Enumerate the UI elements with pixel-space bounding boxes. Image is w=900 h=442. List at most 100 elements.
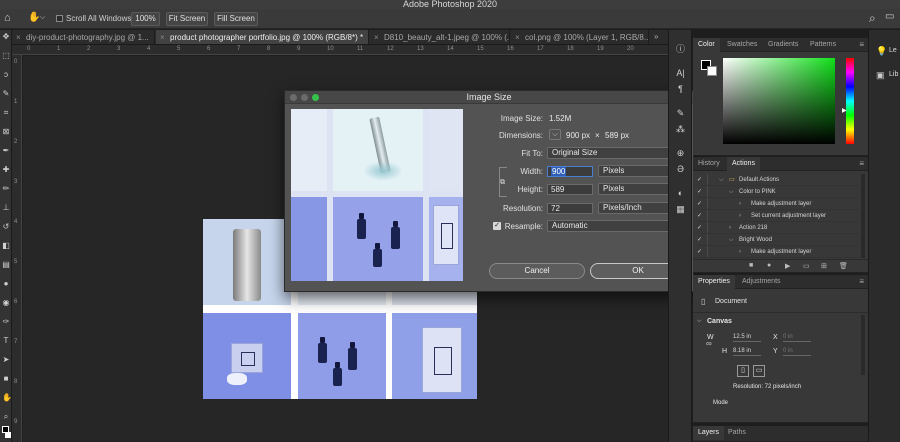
- trash-icon[interactable]: 🗑: [839, 262, 848, 270]
- chevron-right-icon[interactable]: ›: [739, 210, 741, 222]
- type-tool-icon[interactable]: T: [2, 337, 10, 345]
- chevron-down-icon[interactable]: ⌵: [719, 174, 724, 186]
- eyedropper-tool-icon[interactable]: ✒: [2, 147, 10, 155]
- properties-scrollbar[interactable]: [861, 315, 865, 375]
- portrait-orientation-icon[interactable]: ▯: [737, 365, 749, 377]
- styles-icon[interactable]: ▦: [675, 204, 686, 215]
- action-row[interactable]: ✓ › Action 218: [693, 222, 859, 234]
- blur-tool-icon[interactable]: ●: [2, 280, 10, 288]
- check-icon[interactable]: ✓: [697, 198, 702, 210]
- dialog-toggle[interactable]: [707, 210, 713, 221]
- tab-patterns[interactable]: Patterns: [805, 38, 841, 52]
- height-input[interactable]: 589: [547, 184, 593, 195]
- tab-history[interactable]: History: [693, 157, 725, 171]
- tab-properties[interactable]: Properties: [693, 275, 735, 289]
- background-color-swatch[interactable]: [5, 432, 11, 438]
- panel-menu-icon[interactable]: ≡: [859, 40, 864, 49]
- dialog-toggle[interactable]: [707, 186, 713, 197]
- tab-paths[interactable]: Paths: [723, 426, 751, 440]
- tab-layers[interactable]: Layers: [693, 426, 725, 440]
- frame-tool-icon[interactable]: ⊠: [2, 128, 10, 136]
- minimize-window-button[interactable]: [301, 94, 308, 101]
- dialog-toggle[interactable]: [707, 222, 713, 233]
- action-row[interactable]: ✓ ⌵ ▭ Default Actions: [693, 174, 859, 186]
- scroll-all-windows-checkbox[interactable]: [56, 15, 63, 22]
- chevron-down-icon[interactable]: ⌵: [697, 318, 702, 325]
- dialog-toggle[interactable]: [707, 234, 713, 245]
- clone-source-icon[interactable]: ⊕: [675, 148, 686, 159]
- cancel-button[interactable]: Cancel: [489, 263, 585, 279]
- brush-tool-icon[interactable]: ✏: [2, 185, 10, 193]
- history-brush-tool-icon[interactable]: ↺: [2, 223, 10, 231]
- workspace-icon[interactable]: ▭: [885, 11, 894, 22]
- canvas-x-value[interactable]: 0 in: [783, 333, 811, 342]
- move-tool-icon[interactable]: ✥: [2, 33, 10, 41]
- zoom-tool-icon[interactable]: ⌕: [2, 413, 10, 421]
- brushes-icon[interactable]: ⁂: [675, 124, 686, 135]
- healing-brush-tool-icon[interactable]: ✚: [2, 166, 10, 174]
- quick-select-tool-icon[interactable]: ✎: [2, 90, 10, 98]
- fit-screen-button[interactable]: Fit Screen: [166, 12, 208, 26]
- canvas-width-value[interactable]: 12.5 in: [733, 333, 761, 342]
- hue-slider[interactable]: [846, 58, 854, 144]
- check-icon[interactable]: ✓: [697, 222, 702, 234]
- lasso-tool-icon[interactable]: ↄ: [2, 71, 10, 79]
- paragraph-icon[interactable]: ¶: [675, 84, 686, 95]
- pen-tool-icon[interactable]: ✑: [2, 318, 10, 326]
- chevron-right-icon[interactable]: ›: [729, 222, 731, 234]
- document-tab[interactable]: × diy-product-photography.jpg @ 1...: [12, 30, 155, 44]
- play-icon[interactable]: ▶: [785, 262, 790, 270]
- canvas-y-value[interactable]: 0 in: [783, 347, 811, 356]
- check-icon[interactable]: ✓: [697, 174, 702, 186]
- crop-tool-icon[interactable]: ⌗: [2, 109, 10, 117]
- actions-scrollbar[interactable]: [861, 174, 865, 258]
- tab-swatches[interactable]: Swatches: [722, 38, 762, 52]
- stop-icon[interactable]: ■: [749, 262, 753, 269]
- canvas-height-value[interactable]: 8.18 in: [733, 347, 761, 356]
- record-icon[interactable]: ●: [767, 262, 771, 269]
- tab-actions[interactable]: Actions: [727, 157, 760, 171]
- character-icon[interactable]: A|: [675, 68, 686, 79]
- zoom-window-button[interactable]: [312, 94, 319, 101]
- image-preview[interactable]: [291, 109, 463, 281]
- resample-select[interactable]: Automatic: [547, 220, 685, 232]
- action-row[interactable]: ✓ › Make adjustment layer: [693, 198, 859, 210]
- close-window-button[interactable]: [290, 94, 297, 101]
- close-icon[interactable]: ×: [374, 30, 379, 44]
- path-selection-tool-icon[interactable]: ➤: [2, 356, 10, 364]
- check-icon[interactable]: ✓: [697, 246, 702, 258]
- info-icon[interactable]: ⓘ: [675, 44, 686, 55]
- dodge-tool-icon[interactable]: ◉: [2, 299, 10, 307]
- tab-gradients[interactable]: Gradients: [763, 38, 803, 52]
- libraries-icon[interactable]: ▣: [876, 70, 885, 81]
- dialog-toggle[interactable]: [707, 246, 713, 257]
- link-icon[interactable]: ∞: [706, 339, 712, 348]
- close-icon[interactable]: ×: [515, 30, 520, 44]
- close-icon[interactable]: ×: [16, 30, 21, 44]
- new-action-icon[interactable]: ⊞: [821, 262, 827, 270]
- marquee-tool-icon[interactable]: ⬚: [2, 52, 10, 60]
- dialog-toggle[interactable]: [707, 174, 713, 185]
- action-row[interactable]: ✓ › Make adjustment layer: [693, 246, 859, 258]
- tab-color[interactable]: Color: [693, 38, 720, 52]
- action-row[interactable]: ✓ ⌵ Color to PINK: [693, 186, 859, 198]
- rectangle-tool-icon[interactable]: ■: [2, 375, 10, 383]
- fit-to-select[interactable]: Original Size: [547, 147, 685, 159]
- hand-tool-icon[interactable]: ✋: [2, 394, 12, 402]
- dialog-toggle[interactable]: [707, 198, 713, 209]
- hand-tool-icon[interactable]: ✋: [28, 12, 40, 23]
- adjustments-icon[interactable]: ◐: [675, 188, 686, 199]
- tab-overflow-icon[interactable]: »: [654, 32, 658, 41]
- check-icon[interactable]: ✓: [697, 234, 702, 246]
- panel-menu-icon[interactable]: ≡: [859, 159, 864, 168]
- action-row[interactable]: ✓ ⌵ Bright Wood: [693, 234, 859, 246]
- document-tab[interactable]: × D810_beauty_alt-1.jpeg @ 100% (...: [370, 30, 510, 44]
- dimensions-unit-dropdown[interactable]: ⌵: [549, 129, 561, 140]
- check-icon[interactable]: ✓: [697, 210, 702, 222]
- check-icon[interactable]: ✓: [697, 186, 702, 198]
- document-tab[interactable]: × col.png @ 100% (Layer 1, RGB/8...: [511, 30, 649, 44]
- chevron-down-icon[interactable]: ⌵: [40, 14, 45, 22]
- resolution-input[interactable]: 72: [547, 203, 593, 214]
- clone-stamp-tool-icon[interactable]: ⊥: [2, 204, 10, 212]
- eraser-tool-icon[interactable]: ◧: [2, 242, 10, 250]
